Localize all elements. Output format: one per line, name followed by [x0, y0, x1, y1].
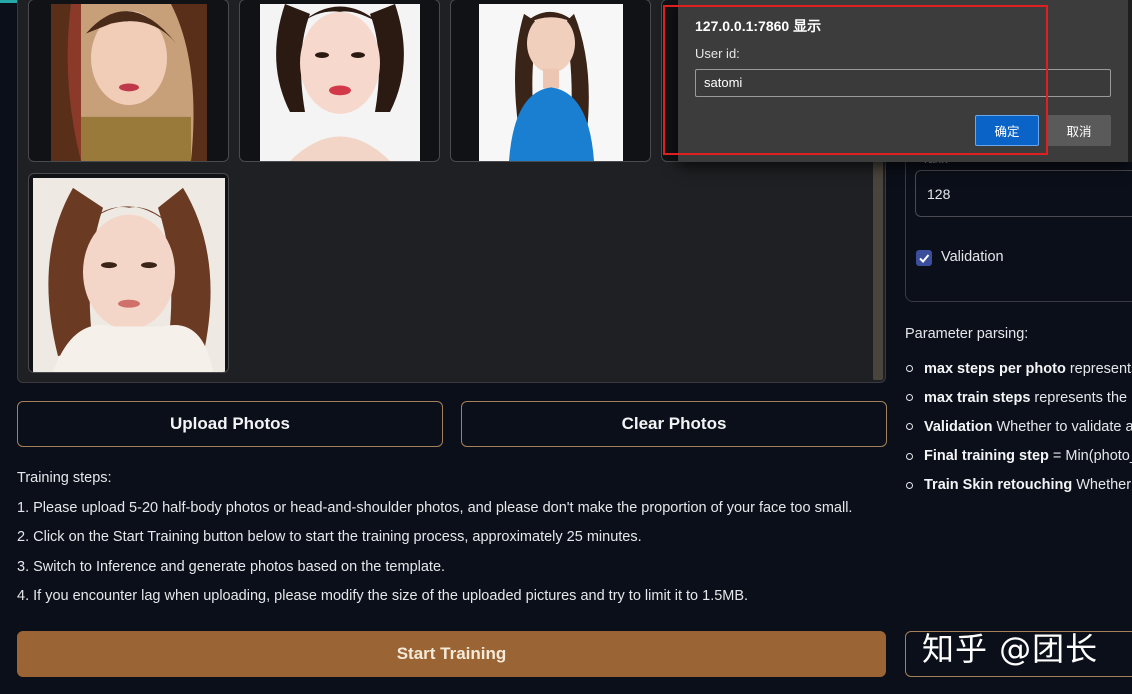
gallery-photo-5[interactable]: [28, 173, 229, 373]
training-step-1: 1. Please upload 5-20 half-body photos o…: [17, 499, 853, 516]
bullet-icon: [906, 452, 913, 460]
training-steps-title: Training steps:: [17, 470, 112, 486]
param-text: represents the m: [1034, 389, 1132, 406]
start-training-button[interactable]: Start Training: [17, 631, 886, 677]
param-item: Final training step = Min(photo_: [905, 442, 1132, 471]
validation-label: Validation: [941, 249, 1004, 265]
param-text: Whether to validate a: [996, 418, 1132, 435]
param-text: Whether t: [1076, 477, 1132, 494]
photo-5-image: [33, 178, 225, 372]
training-step-3: 3. Switch to Inference and generate phot…: [17, 558, 446, 575]
bullet-icon: [906, 394, 913, 402]
upload-photos-button[interactable]: Upload Photos: [17, 401, 443, 447]
photo-2-image: [260, 4, 420, 161]
training-step-2: 2. Click on the Start Training button be…: [17, 529, 642, 545]
ok-button[interactable]: 确定: [975, 115, 1039, 146]
param-item: Train Skin retouchingWhether t: [905, 471, 1132, 500]
gallery-photo-2[interactable]: [239, 0, 440, 162]
checkmark-icon: [919, 254, 930, 263]
gallery-photo-3[interactable]: [450, 0, 651, 162]
dialog-title: 127.0.0.1:7860 显示: [695, 18, 822, 34]
dialog-label: User id:: [695, 46, 740, 61]
param-key: Final training step: [924, 448, 1049, 465]
training-steps: Training steps: 1. Please upload 5-20 ha…: [17, 468, 877, 616]
param-item: max steps per photo represents: [905, 354, 1132, 383]
param-key: max steps per photo: [924, 360, 1066, 377]
cancel-button[interactable]: 取消: [1047, 115, 1111, 146]
photo-1-image: [51, 4, 207, 161]
watermark: 知乎 @团长: [922, 630, 1099, 668]
param-text: = Min(photo_: [1052, 448, 1132, 465]
user-id-input[interactable]: satomi: [695, 69, 1111, 97]
parameter-parsing-title: Parameter parsing:: [905, 326, 1029, 342]
rank-input[interactable]: 128: [915, 170, 1132, 217]
param-key: Validation: [924, 418, 993, 435]
param-text: represents: [1069, 360, 1132, 377]
param-key: max train steps: [924, 389, 1031, 406]
param-item: Validation Whether to validate a: [905, 412, 1132, 441]
param-key: Train Skin retouching: [924, 477, 1073, 494]
gallery-photo-1[interactable]: [28, 0, 229, 162]
dialog-edge: [1128, 0, 1132, 162]
param-item: max train stepsrepresents the m: [905, 383, 1132, 412]
bullet-icon: [906, 365, 913, 373]
photo-3-image: [479, 4, 623, 161]
bullet-icon: [906, 423, 913, 431]
clear-photos-button[interactable]: Clear Photos: [461, 401, 887, 447]
validation-checkbox[interactable]: [916, 250, 932, 266]
training-step-4: 4. If you encounter lag when uploading, …: [17, 588, 749, 604]
parameter-list: max steps per photo represents max train …: [905, 354, 1132, 500]
bullet-icon: [906, 481, 913, 489]
